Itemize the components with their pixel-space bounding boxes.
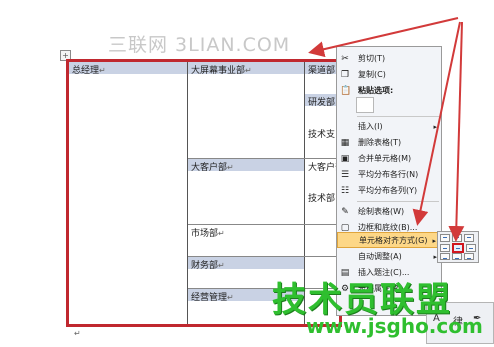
arrow-to-center-align [448, 21, 465, 242]
brand-watermark-url: www.jsgho.com [306, 314, 483, 338]
arrow-to-cell-alignment [412, 21, 461, 226]
arrow-to-table [308, 17, 459, 58]
